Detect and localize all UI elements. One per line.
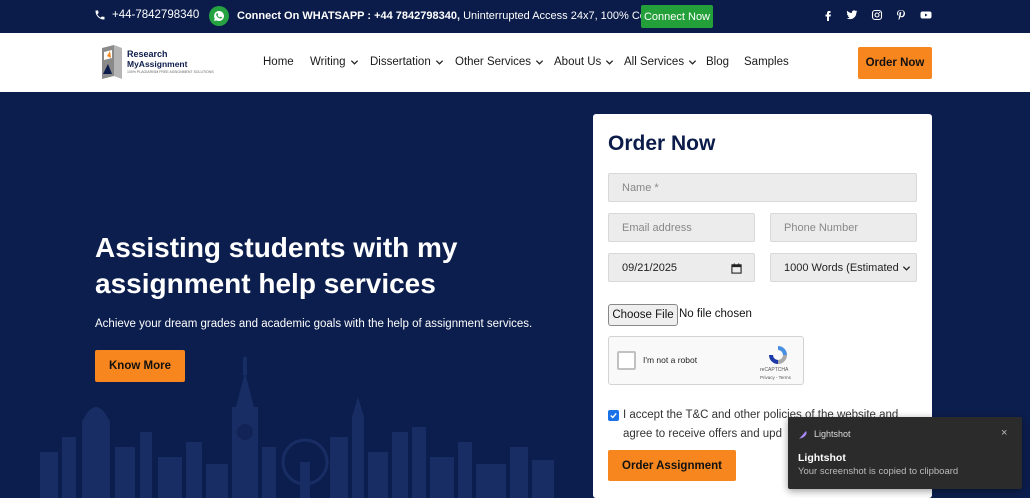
name-placeholder: Name * xyxy=(622,181,659,194)
recaptcha-widget: I'm not a robot reCAPTCHA Privacy - Term… xyxy=(608,336,804,385)
toast-title: Lightshot xyxy=(798,452,846,464)
book-logo-icon xyxy=(102,45,122,79)
whatsapp-text: Connect On WHATSAPP : +44 7842798340, Un… xyxy=(237,10,693,22)
chevron-down-icon xyxy=(535,59,544,65)
know-more-button[interactable]: Know More xyxy=(95,350,185,382)
checkmark-icon xyxy=(610,413,617,419)
nav-about-us[interactable]: About Us xyxy=(554,56,614,68)
chevron-down-icon xyxy=(606,59,614,65)
date-field[interactable]: 09/21/2025 xyxy=(608,253,755,282)
word-count-select[interactable]: 1000 Words (Estimated xyxy=(770,253,917,282)
nav-other-services-label: Other Services xyxy=(455,56,532,68)
instagram-icon[interactable] xyxy=(870,8,884,22)
hero-title: Assisting students with my assignment he… xyxy=(95,230,515,302)
form-title: Order Now xyxy=(608,132,716,155)
recaptcha-label: I'm not a robot xyxy=(643,355,698,365)
email-field[interactable]: Email address xyxy=(608,213,755,242)
nav-about-us-label: About Us xyxy=(554,56,602,68)
word-count-value: 1000 Words (Estimated xyxy=(784,261,899,274)
choose-file-button[interactable]: Choose File xyxy=(608,304,678,326)
hero-title-line2: assignment help services xyxy=(95,268,436,299)
close-icon[interactable]: × xyxy=(1001,427,1007,439)
order-now-button[interactable]: Order Now xyxy=(858,47,932,79)
no-file-label: No file chosen xyxy=(679,308,752,320)
nav-dissertation[interactable]: Dissertation xyxy=(370,56,444,68)
phone-placeholder: Phone Number xyxy=(784,221,858,234)
logo-tagline: 100% PLAGIARISM FREE ASSIGNMENT SOLUTION… xyxy=(127,70,214,74)
calendar-icon[interactable] xyxy=(731,263,742,274)
recaptcha-checkbox[interactable] xyxy=(617,351,636,370)
phone-contact[interactable]: +44-7842798340 xyxy=(94,9,199,21)
phone-field[interactable]: Phone Number xyxy=(770,213,917,242)
pinterest-icon[interactable] xyxy=(894,8,908,22)
recaptcha-brand: reCAPTCHA xyxy=(760,367,789,373)
date-value: 09/21/2025 xyxy=(622,261,678,274)
nav-all-services[interactable]: All Services xyxy=(624,56,697,68)
facebook-icon[interactable] xyxy=(821,8,835,22)
feather-icon xyxy=(799,431,807,439)
nav-all-services-label: All Services xyxy=(624,56,685,68)
main-navigation: Research MyAssignment 100% PLAGIARISM FR… xyxy=(0,33,1030,92)
recaptcha-icon xyxy=(769,346,787,364)
logo-line1: Research xyxy=(127,49,168,59)
nav-blog-label: Blog xyxy=(706,56,730,68)
nav-samples-label: Samples xyxy=(744,56,789,68)
nav-writing[interactable]: Writing xyxy=(310,56,359,68)
phone-number: +44-7842798340 xyxy=(112,9,200,21)
nav-dissertation-label: Dissertation xyxy=(370,56,431,68)
youtube-icon[interactable] xyxy=(919,8,933,22)
chevron-down-icon xyxy=(350,59,358,65)
phone-icon xyxy=(95,10,105,20)
nav-home[interactable]: Home xyxy=(263,56,294,68)
hero-title-line1: Assisting students with my xyxy=(95,232,458,263)
connect-now-button[interactable]: Connect Now xyxy=(641,5,713,28)
twitter-icon[interactable] xyxy=(845,8,859,22)
chevron-down-icon xyxy=(688,59,697,65)
whatsapp-label: Connect On WHATSAPP : +44 7842798340, xyxy=(237,10,461,22)
order-assignment-button[interactable]: Order Assignment xyxy=(608,450,736,481)
name-field[interactable]: Name * xyxy=(608,173,917,202)
chevron-down-icon xyxy=(902,266,911,271)
notification-toast: Lightshot × Lightshot Your screenshot is… xyxy=(788,417,1022,489)
nav-samples[interactable]: Samples xyxy=(744,56,789,68)
nav-writing-label: Writing xyxy=(310,56,346,68)
recaptcha-links[interactable]: Privacy - Terms xyxy=(760,375,791,380)
nav-blog[interactable]: Blog xyxy=(706,56,729,68)
top-bar: +44-7842798340 Connect On WHATSAPP : +44… xyxy=(0,0,1030,33)
toast-message: Your screenshot is copied to clipboard xyxy=(798,466,959,477)
email-placeholder: Email address xyxy=(622,221,692,234)
whatsapp-icon[interactable] xyxy=(209,6,229,26)
chevron-down-icon xyxy=(435,59,443,65)
hero-subtitle: Achieve your dream grades and academic g… xyxy=(95,318,533,330)
site-logo[interactable]: Research MyAssignment 100% PLAGIARISM FR… xyxy=(100,43,214,81)
nav-home-label: Home xyxy=(263,56,294,68)
nav-other-services[interactable]: Other Services xyxy=(455,56,544,68)
logo-line2: MyAssignment xyxy=(127,59,188,69)
accept-terms-checkbox[interactable] xyxy=(608,410,619,421)
toast-app-name: Lightshot xyxy=(814,429,851,439)
